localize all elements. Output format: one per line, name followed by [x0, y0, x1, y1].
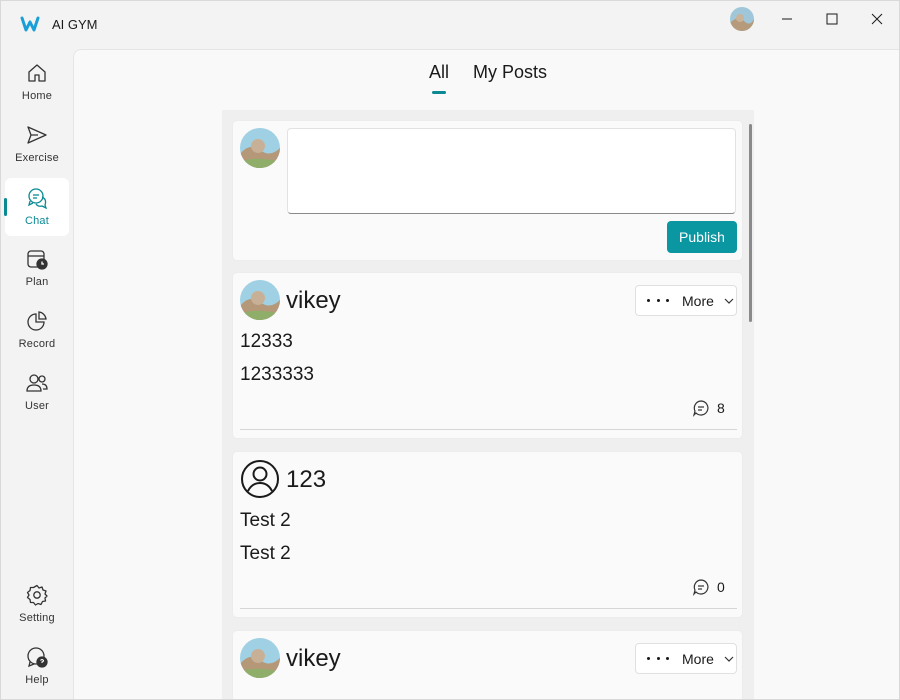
comment-count: 8 [717, 400, 725, 416]
post-text-line: 1233333 [240, 364, 314, 385]
sidebar-item-user[interactable]: User [5, 363, 69, 421]
sidebar-item-home[interactable]: Home [5, 53, 69, 111]
title-bar: AI GYM [1, 1, 899, 49]
more-dots-icon [647, 657, 669, 660]
app-window: AI GYM Home Exercise Chat Plan Record Us… [0, 0, 900, 700]
tab-my-posts[interactable]: My Posts [473, 62, 547, 83]
help-chat-icon [25, 645, 49, 669]
sidebar-item-label: Home [21, 90, 53, 102]
calendar-clock-icon [25, 247, 49, 271]
comment-button[interactable]: 8 [692, 399, 725, 417]
sidebar-item-label: Plan [25, 276, 49, 288]
sidebar-item-chat[interactable]: Chat [4, 178, 69, 236]
post-text-line: Test 2 [240, 510, 291, 531]
more-label: More [682, 292, 714, 309]
default-avatar-icon [240, 459, 280, 499]
chevron-down-icon [724, 656, 734, 662]
sidebar: Home Exercise Chat Plan Record User Sett… [1, 49, 73, 699]
account-avatar[interactable] [730, 7, 754, 31]
post-username: vikey [286, 645, 341, 672]
more-button[interactable]: More [635, 643, 737, 674]
active-indicator [4, 198, 7, 216]
avatar [240, 638, 280, 678]
comment-icon [692, 400, 709, 417]
post-username: vikey [286, 287, 341, 314]
feed-scrollbar[interactable] [749, 124, 752, 322]
publish-button[interactable]: Publish [667, 221, 737, 253]
post-feed[interactable]: Publish vikey More 12333 1233333 8 123 T… [222, 110, 754, 699]
post-text-line: 12333 [240, 331, 293, 352]
divider [240, 608, 737, 609]
more-label: More [682, 650, 714, 667]
sidebar-item-record[interactable]: Record [5, 301, 69, 359]
maximize-button[interactable] [822, 9, 842, 29]
sidebar-item-label: Setting [19, 612, 55, 624]
more-button[interactable]: More [635, 285, 737, 316]
home-icon [25, 61, 49, 85]
avatar [240, 128, 280, 168]
people-icon [25, 371, 49, 395]
chat-icon [25, 186, 49, 210]
send-icon [25, 123, 49, 147]
gear-icon [25, 583, 49, 607]
tab-selection-indicator [432, 91, 446, 94]
close-button[interactable] [867, 9, 887, 29]
post-input[interactable] [287, 128, 736, 214]
sidebar-item-label: Help [25, 674, 49, 686]
post-composer: Publish [232, 120, 743, 261]
sidebar-item-label: User [24, 400, 50, 412]
divider [240, 429, 737, 430]
sidebar-item-plan[interactable]: Plan [5, 239, 69, 297]
post-card: vikey More [232, 630, 743, 699]
sidebar-item-label: Record [18, 338, 56, 350]
sidebar-item-exercise[interactable]: Exercise [5, 115, 69, 173]
comment-count: 0 [717, 579, 725, 595]
tab-all[interactable]: All [429, 62, 449, 83]
post-text-line: Test 2 [240, 543, 291, 564]
comment-icon [692, 579, 709, 596]
post-username: 123 [286, 466, 327, 493]
minimize-button[interactable] [777, 9, 797, 29]
avatar [240, 280, 280, 320]
sidebar-item-help[interactable]: Help [5, 637, 69, 695]
main-content: All My Posts Publish vikey More 12333 12… [73, 49, 899, 699]
post-card: vikey More 12333 1233333 8 [232, 272, 743, 439]
app-logo-icon [20, 16, 40, 32]
pie-chart-icon [25, 309, 49, 333]
sidebar-item-label: Chat [24, 215, 50, 227]
sidebar-item-label: Exercise [15, 152, 59, 164]
app-title: AI GYM [52, 17, 98, 32]
chevron-down-icon [724, 298, 734, 304]
more-dots-icon [647, 299, 669, 302]
sidebar-item-setting[interactable]: Setting [5, 575, 69, 633]
comment-button[interactable]: 0 [692, 578, 725, 596]
post-card: 123 Test 2 Test 2 0 [232, 451, 743, 618]
